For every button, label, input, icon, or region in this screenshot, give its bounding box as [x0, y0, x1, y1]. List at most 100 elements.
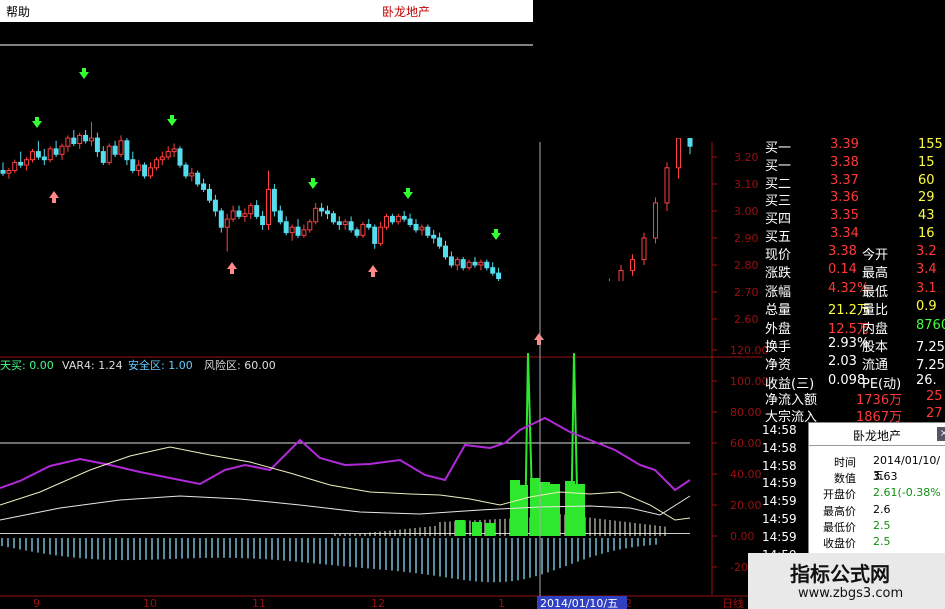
tooltip-value: 2.6: [873, 502, 891, 516]
price-tick-label: 3.00: [734, 205, 759, 218]
candle: [407, 213, 413, 228]
candle: [71, 130, 77, 147]
stat-value: 0.9: [916, 299, 937, 315]
candle: [183, 162, 189, 179]
blank-region-top-right: [533, 0, 945, 138]
stat-label: 总量: [765, 303, 792, 319]
stat-row: 涨幅 4.32% 最低 3.1: [762, 281, 945, 300]
stat-row: 净资 2.03 流通 7.25亿: [762, 354, 945, 374]
buy-arrow-icon: [79, 68, 89, 79]
buy-arrow-icon: [32, 117, 42, 128]
candle: [271, 184, 277, 217]
indicator-panel: [0, 353, 691, 583]
candle: [189, 167, 195, 182]
candle: [289, 224, 295, 241]
candle: [419, 224, 425, 236]
tooltip-row: 开盘价 2.61(-0.38%: [809, 486, 945, 501]
flow-share: 27: [926, 405, 943, 421]
candle: [325, 205, 330, 220]
stat-value: 3.2: [916, 244, 937, 259]
candle: [165, 146, 171, 160]
stat-label: 涨幅: [765, 284, 792, 300]
candle: [478, 259, 484, 271]
tooltip-value: 3.63: [873, 470, 898, 484]
candle: [413, 219, 419, 233]
bid-row: 买一 3.38 15: [762, 154, 945, 174]
indicator-line-yellow: [0, 446, 691, 521]
candle: [83, 130, 89, 144]
candle: [389, 213, 395, 225]
indicator-legend: 天买: 0.00 VAR4: 1.24 安全区: 1.00 风险区: 60.00: [0, 358, 276, 372]
candle: [295, 219, 301, 238]
candle: [224, 213, 230, 252]
candle: [342, 219, 348, 230]
tooltip-close-icon[interactable]: ×: [937, 427, 945, 441]
stat-row: 总量 21.2万 量比 0.9: [762, 299, 945, 319]
flow-row: 大宗流入 1867万 27: [762, 405, 945, 425]
candle: [301, 224, 307, 238]
candle: [65, 135, 71, 152]
indicator-tick-label: 80.00: [730, 406, 762, 419]
price-tick-label: 2.90: [734, 232, 759, 245]
candle: [254, 200, 260, 220]
candle: [142, 162, 148, 179]
bid-price: 3.34: [830, 226, 859, 241]
candle: [106, 143, 112, 166]
bid-price: 3.37: [830, 172, 859, 188]
tooltip-row: 时间 2014/01/10/五: [809, 454, 945, 482]
bid-volume: 15: [918, 154, 935, 170]
indicator-tick-label: 40.00: [730, 468, 762, 481]
candle: [100, 146, 106, 166]
indicator-bar-green: [455, 520, 465, 536]
stat-label: 流通: [862, 358, 889, 374]
candle: [201, 178, 207, 193]
price-tick-label: 3.10: [734, 178, 759, 191]
stat-row: 现价 3.38 今开 3.2: [762, 244, 945, 263]
tooltip-row: 收盘价 2.5: [809, 535, 945, 550]
candle: [448, 251, 454, 268]
candle: [136, 159, 142, 176]
candle: [372, 224, 378, 249]
stat-label: 内盘: [862, 321, 889, 337]
bid-label: 买三: [765, 194, 792, 210]
bid-price: 3.38: [830, 154, 859, 170]
stat-value: 3.38: [828, 244, 857, 259]
indicator-line-white: [0, 495, 691, 521]
candle: [207, 184, 212, 203]
price-tick-label: 2.70: [734, 286, 759, 299]
price-tick-label: 3.20: [734, 151, 759, 164]
tooltip-key: 最低价: [823, 520, 856, 534]
bid-volume: 16: [918, 226, 935, 241]
stat-label: 换手: [765, 340, 792, 355]
stat-label: 股本: [862, 340, 889, 355]
candle: [484, 259, 490, 271]
blank-region-mid: [264, 281, 682, 327]
stat-label: 净资: [765, 358, 792, 374]
candle: [437, 232, 443, 249]
tooltip-row: 数值 3.63: [809, 470, 945, 485]
candle: [641, 232, 647, 265]
stat-row: 外盘 12.5万 内盘 8760: [762, 318, 945, 337]
watermark-title: 指标公式网: [790, 562, 890, 586]
bid-row: 买五 3.34 16: [762, 226, 945, 245]
candle: [401, 211, 407, 222]
candle: [230, 205, 236, 222]
indicator-spike: [524, 353, 534, 537]
tick-time: 14:58: [762, 440, 797, 455]
candle: [472, 256, 478, 268]
time-tick-label: 日线: [722, 596, 744, 609]
stat-row: 换手2.93%股本7.25亿: [762, 336, 945, 355]
time-tick-label: 12: [371, 597, 385, 609]
candle: [630, 254, 635, 276]
bid-row: 买二 3.37 60: [762, 172, 945, 192]
candle: [94, 132, 100, 157]
price-tick-label: 2.60: [734, 313, 759, 326]
legend-item: 风险区: 60.00: [204, 358, 276, 372]
candle: [466, 259, 472, 271]
tick-time: 14:59: [762, 476, 797, 491]
stat-value: 0.098: [828, 372, 866, 388]
price-tick-label: 2.80: [734, 259, 759, 272]
stat-label: 最低: [862, 284, 889, 300]
stat-label: 涨跌: [765, 266, 792, 282]
tooltip-value: 2.61(-0.38%: [873, 486, 941, 500]
